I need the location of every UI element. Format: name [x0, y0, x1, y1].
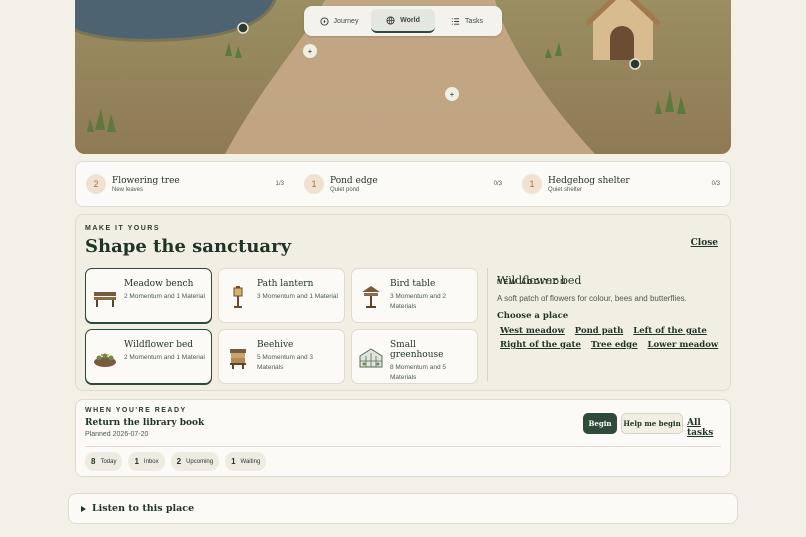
tab-tasks[interactable]: Tasks — [435, 9, 499, 33]
chip-inbox[interactable]: 1 Inbox — [128, 452, 165, 471]
item-grid: Meadow bench 2 Momentum and 1 Material Pa… — [85, 268, 478, 384]
builder-title: Shape the sanctuary — [85, 236, 292, 257]
chip-upcoming[interactable]: 2 Upcoming — [170, 452, 220, 471]
item-cost: 5 Momentum and 3 Materials — [257, 354, 314, 372]
lantern-icon — [233, 286, 243, 308]
item-cost: 8 Momentum and 5 Materials — [390, 364, 447, 382]
scene-marker[interactable]: + — [445, 87, 459, 101]
divider — [85, 446, 721, 447]
bird-table-icon — [362, 286, 380, 308]
goal-subtitle: New leaves — [112, 186, 144, 193]
tab-label: Journey — [333, 17, 359, 25]
place-option[interactable]: West meadow — [500, 326, 565, 336]
ready-panel: WHEN YOU'RE READY Return the library boo… — [75, 399, 731, 477]
goal-number: 1 — [522, 174, 542, 194]
item-cost: 2 Momentum and 1 Material — [124, 354, 205, 361]
listen-disclosure[interactable]: Listen to this place — [68, 493, 738, 524]
place-option[interactable]: Right of the gate — [500, 340, 581, 350]
chip-count: 1 — [231, 457, 236, 466]
begin-button[interactable]: Begin — [583, 413, 617, 434]
goal-number: 1 — [304, 174, 324, 194]
help-me-begin-button[interactable]: Help me begin — [621, 413, 683, 434]
task-counts: 8 Today 1 Inbox 2 Upcoming 1 Waiting — [85, 452, 267, 471]
new-addition-panel: NEW ADDITION Wildflower bed A soft patch… — [487, 268, 721, 381]
builder-panel: MAKE IT YOURS Shape the sanctuary Close … — [75, 214, 731, 391]
item-card-wildflower-bed[interactable]: Wildflower bed 2 Momentum and 1 Material — [85, 329, 212, 384]
addition-eyebrow: NEW ADDITION — [497, 279, 567, 286]
task-date: Planned 2026-07-20 — [85, 431, 149, 438]
chip-label: Waiting — [240, 458, 261, 465]
chip-count: 1 — [134, 457, 139, 466]
item-cost: 3 Momentum and 1 Material — [257, 293, 338, 300]
goals-row: 2 Flowering tree New leaves 1/3 1 Pond e… — [75, 161, 731, 207]
addition-description: A soft patch of flowers for colour, bees… — [497, 294, 687, 303]
disclosure-triangle-icon — [81, 505, 86, 512]
item-card-small-greenhouse[interactable]: Small greenhouse 8 Momentum and 5 Materia… — [351, 329, 478, 384]
place-option[interactable]: Left of the gate — [633, 326, 706, 336]
goal-title: Hedgehog shelter — [548, 175, 630, 186]
item-title: Meadow bench — [124, 279, 194, 289]
listen-label: Listen to this place — [92, 503, 195, 514]
item-card-bird-table[interactable]: Bird table 3 Momentum and 2 Materials — [351, 268, 478, 323]
place-option[interactable]: Tree edge — [591, 340, 638, 350]
flower-bed-icon — [94, 353, 116, 367]
goal-hedgehog-shelter[interactable]: 1 Hedgehog shelter Quiet shelter 0/3 — [512, 162, 730, 206]
item-card-path-lantern[interactable]: Path lantern 3 Momentum and 1 Material — [218, 268, 345, 323]
beehive-icon — [230, 349, 246, 369]
goal-subtitle: Quiet pond — [330, 186, 360, 193]
goal-title: Pond edge — [330, 175, 378, 186]
place-options: West meadow Pond path Left of the gate R… — [497, 326, 721, 350]
top-nav: Journey World Tasks — [304, 6, 502, 36]
chip-count: 8 — [91, 457, 96, 466]
compass-icon — [319, 16, 329, 26]
chip-label: Inbox — [143, 458, 159, 465]
item-cost: 3 Momentum and 2 Materials — [390, 293, 447, 311]
chip-label: Today — [100, 458, 117, 465]
tab-label: World — [400, 16, 420, 24]
item-title: Wildflower bed — [124, 340, 194, 350]
goal-progress: 0/3 — [493, 181, 502, 187]
goal-number: 2 — [86, 174, 106, 194]
tab-label: Tasks — [465, 17, 483, 25]
goal-subtitle: Quiet shelter — [548, 186, 583, 193]
chip-count: 2 — [176, 457, 182, 466]
item-title: Small greenhouse — [390, 340, 444, 360]
item-title: Beehive — [257, 340, 294, 350]
all-tasks-link[interactable]: All tasks — [687, 418, 730, 438]
bench-icon — [94, 292, 116, 307]
item-title: Bird table — [390, 279, 436, 289]
place-option[interactable]: Pond path — [575, 326, 623, 336]
chip-waiting[interactable]: 1 Waiting — [225, 452, 267, 471]
item-cost: 2 Momentum and 1 Material — [124, 293, 205, 300]
chip-today[interactable]: 8 Today — [85, 452, 123, 471]
task-title: Return the library book — [85, 418, 205, 428]
item-title: Path lantern — [257, 279, 314, 289]
greenhouse-icon — [359, 348, 383, 368]
list-icon — [451, 17, 460, 25]
chip-label: Upcoming — [186, 458, 214, 465]
scene-marker[interactable]: + — [303, 44, 317, 58]
item-card-beehive[interactable]: Beehive 5 Momentum and 3 Materials — [218, 329, 345, 384]
goal-progress: 1/3 — [275, 181, 284, 187]
tab-world[interactable]: World — [371, 9, 435, 33]
goal-flowering-tree[interactable]: 2 Flowering tree New leaves 1/3 — [76, 162, 294, 206]
choose-place-label: Choose a place — [497, 311, 569, 321]
goal-progress: 0/3 — [711, 181, 720, 187]
place-option[interactable]: Lower meadow — [648, 340, 719, 350]
ready-eyebrow: WHEN YOU'RE READY — [85, 407, 187, 414]
builder-eyebrow: MAKE IT YOURS — [85, 225, 160, 232]
tab-journey[interactable]: Journey — [307, 9, 371, 33]
close-button[interactable]: Close — [691, 238, 718, 248]
item-card-meadow-bench[interactable]: Meadow bench 2 Momentum and 1 Material — [85, 268, 212, 323]
goal-title: Flowering tree — [112, 175, 180, 186]
goal-pond-edge[interactable]: 1 Pond edge Quiet pond 0/3 — [294, 162, 512, 206]
globe-icon — [386, 15, 395, 25]
